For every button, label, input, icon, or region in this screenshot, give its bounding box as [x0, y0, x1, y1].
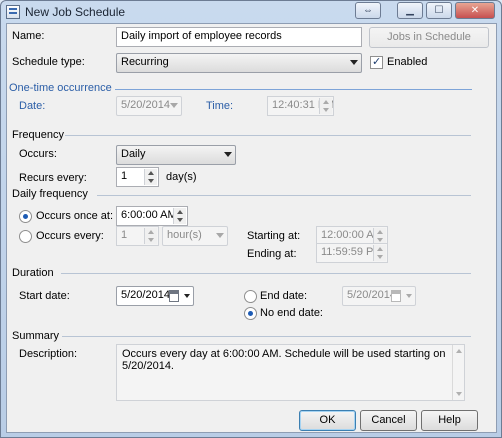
one-time-time-input[interactable]: 12:40:31 PM — [267, 96, 334, 116]
chevron-down-icon — [216, 233, 224, 238]
close-button[interactable]: ✕ — [455, 2, 495, 19]
spinner-icon[interactable] — [173, 208, 186, 224]
spinner-icon[interactable] — [319, 98, 332, 114]
starting-at-label: Starting at: — [247, 230, 301, 242]
jobs-in-schedule-button[interactable]: Jobs in Schedule — [369, 27, 489, 48]
end-date-radio[interactable] — [244, 290, 257, 303]
end-date-value: 5/20/2014 — [347, 289, 396, 301]
start-date-value: 5/20/2014 — [121, 289, 170, 301]
summary-header: Summary — [12, 330, 60, 342]
name-input[interactable]: Daily import of employee records — [116, 27, 362, 47]
enabled-label: Enabled — [387, 56, 428, 68]
scrollbar[interactable] — [452, 345, 464, 400]
description-label: Description: — [19, 348, 78, 360]
occurs-once-time-value: 6:00:00 AM — [121, 209, 177, 221]
restore-arrows-icon[interactable]: ⇔ — [355, 2, 381, 19]
name-label: Name: — [12, 30, 45, 42]
one-time-time-label: Time: — [206, 100, 234, 112]
end-date-picker[interactable]: 5/20/2014 — [342, 286, 416, 306]
cancel-button[interactable]: Cancel — [360, 410, 417, 431]
start-date-label: Start date: — [19, 290, 70, 302]
occurs-every-unit-select[interactable]: hour(s) — [162, 226, 228, 246]
one-time-header: One-time occurrence — [9, 82, 112, 94]
chevron-down-icon — [406, 294, 412, 298]
spinner-icon[interactable] — [144, 169, 157, 185]
recurs-every-label: Recurs every: — [19, 172, 87, 184]
frequency-header: Frequency — [12, 129, 64, 141]
chevron-down-icon — [224, 152, 232, 157]
duration-divider — [61, 273, 471, 274]
calendar-icon — [169, 290, 179, 302]
occurs-value: Daily — [121, 148, 146, 160]
description-box[interactable]: Occurs every day at 6:00:00 AM. Schedule… — [116, 344, 465, 401]
enabled-checkbox[interactable] — [370, 55, 383, 69]
one-time-divider — [115, 89, 472, 90]
occurs-every-radio[interactable] — [19, 230, 32, 243]
maximize-button[interactable]: ☐ — [426, 2, 452, 19]
ending-at-label: Ending at: — [247, 248, 297, 260]
no-end-date-label: No end date: — [260, 307, 323, 319]
summary-divider — [62, 336, 471, 337]
window-icon — [6, 5, 20, 19]
one-time-date-label: Date: — [19, 100, 46, 112]
no-end-date-radio[interactable] — [244, 307, 257, 320]
occurs-select[interactable]: Daily — [116, 145, 236, 165]
ending-at-input[interactable]: 11:59:59 PM — [316, 243, 388, 263]
occurs-once-radio[interactable] — [19, 210, 32, 223]
recurs-every-value: 1 — [121, 170, 128, 182]
schedule-type-select[interactable]: Recurring — [116, 53, 362, 73]
occurs-every-unit-value: hour(s) — [167, 229, 202, 241]
dialog-window: New Job Schedule ⇔ ▁ ☐ ✕ Name: Daily imp… — [0, 0, 502, 438]
daily-frequency-divider — [97, 195, 471, 196]
daily-frequency-header: Daily frequency — [12, 188, 88, 200]
occurs-once-time-input[interactable]: 6:00:00 AM — [116, 206, 188, 226]
help-button[interactable]: Help — [421, 410, 478, 431]
one-time-date-value: 5/20/2014 — [121, 99, 170, 111]
spinner-icon[interactable] — [144, 228, 157, 244]
one-time-date-picker[interactable]: 5/20/2014 — [116, 96, 182, 116]
schedule-type-label: Schedule type: — [12, 56, 85, 68]
duration-header: Duration — [12, 267, 54, 279]
occurs-every-label: Occurs every: — [36, 230, 104, 242]
occurs-every-value: 1 — [121, 229, 128, 241]
chevron-down-icon — [350, 60, 358, 65]
recurs-unit-label: day(s) — [166, 171, 197, 183]
schedule-type-value: Recurring — [121, 56, 169, 68]
occurs-label: Occurs: — [19, 148, 57, 160]
spinner-icon[interactable] — [373, 245, 386, 261]
end-date-label: End date: — [260, 290, 308, 302]
occurs-every-input[interactable]: 1 — [116, 226, 159, 246]
spinner-icon[interactable] — [373, 228, 386, 244]
dialog-body: Name: Daily import of employee records J… — [6, 23, 497, 433]
window-title: New Job Schedule — [25, 5, 126, 19]
minimize-button[interactable]: ▁ — [397, 2, 423, 19]
occurs-once-label: Occurs once at: — [36, 210, 114, 222]
start-date-picker[interactable]: 5/20/2014 — [116, 286, 194, 306]
chevron-down-icon — [170, 103, 178, 108]
chevron-down-icon — [184, 294, 190, 298]
ok-button[interactable]: OK — [299, 410, 356, 431]
recurs-every-input[interactable]: 1 — [116, 167, 159, 187]
calendar-icon — [391, 290, 401, 302]
title-bar[interactable]: New Job Schedule ⇔ ▁ ☐ ✕ — [1, 1, 501, 23]
description-text: Occurs every day at 6:00:00 AM. Schedule… — [122, 348, 446, 372]
frequency-divider — [65, 135, 471, 136]
